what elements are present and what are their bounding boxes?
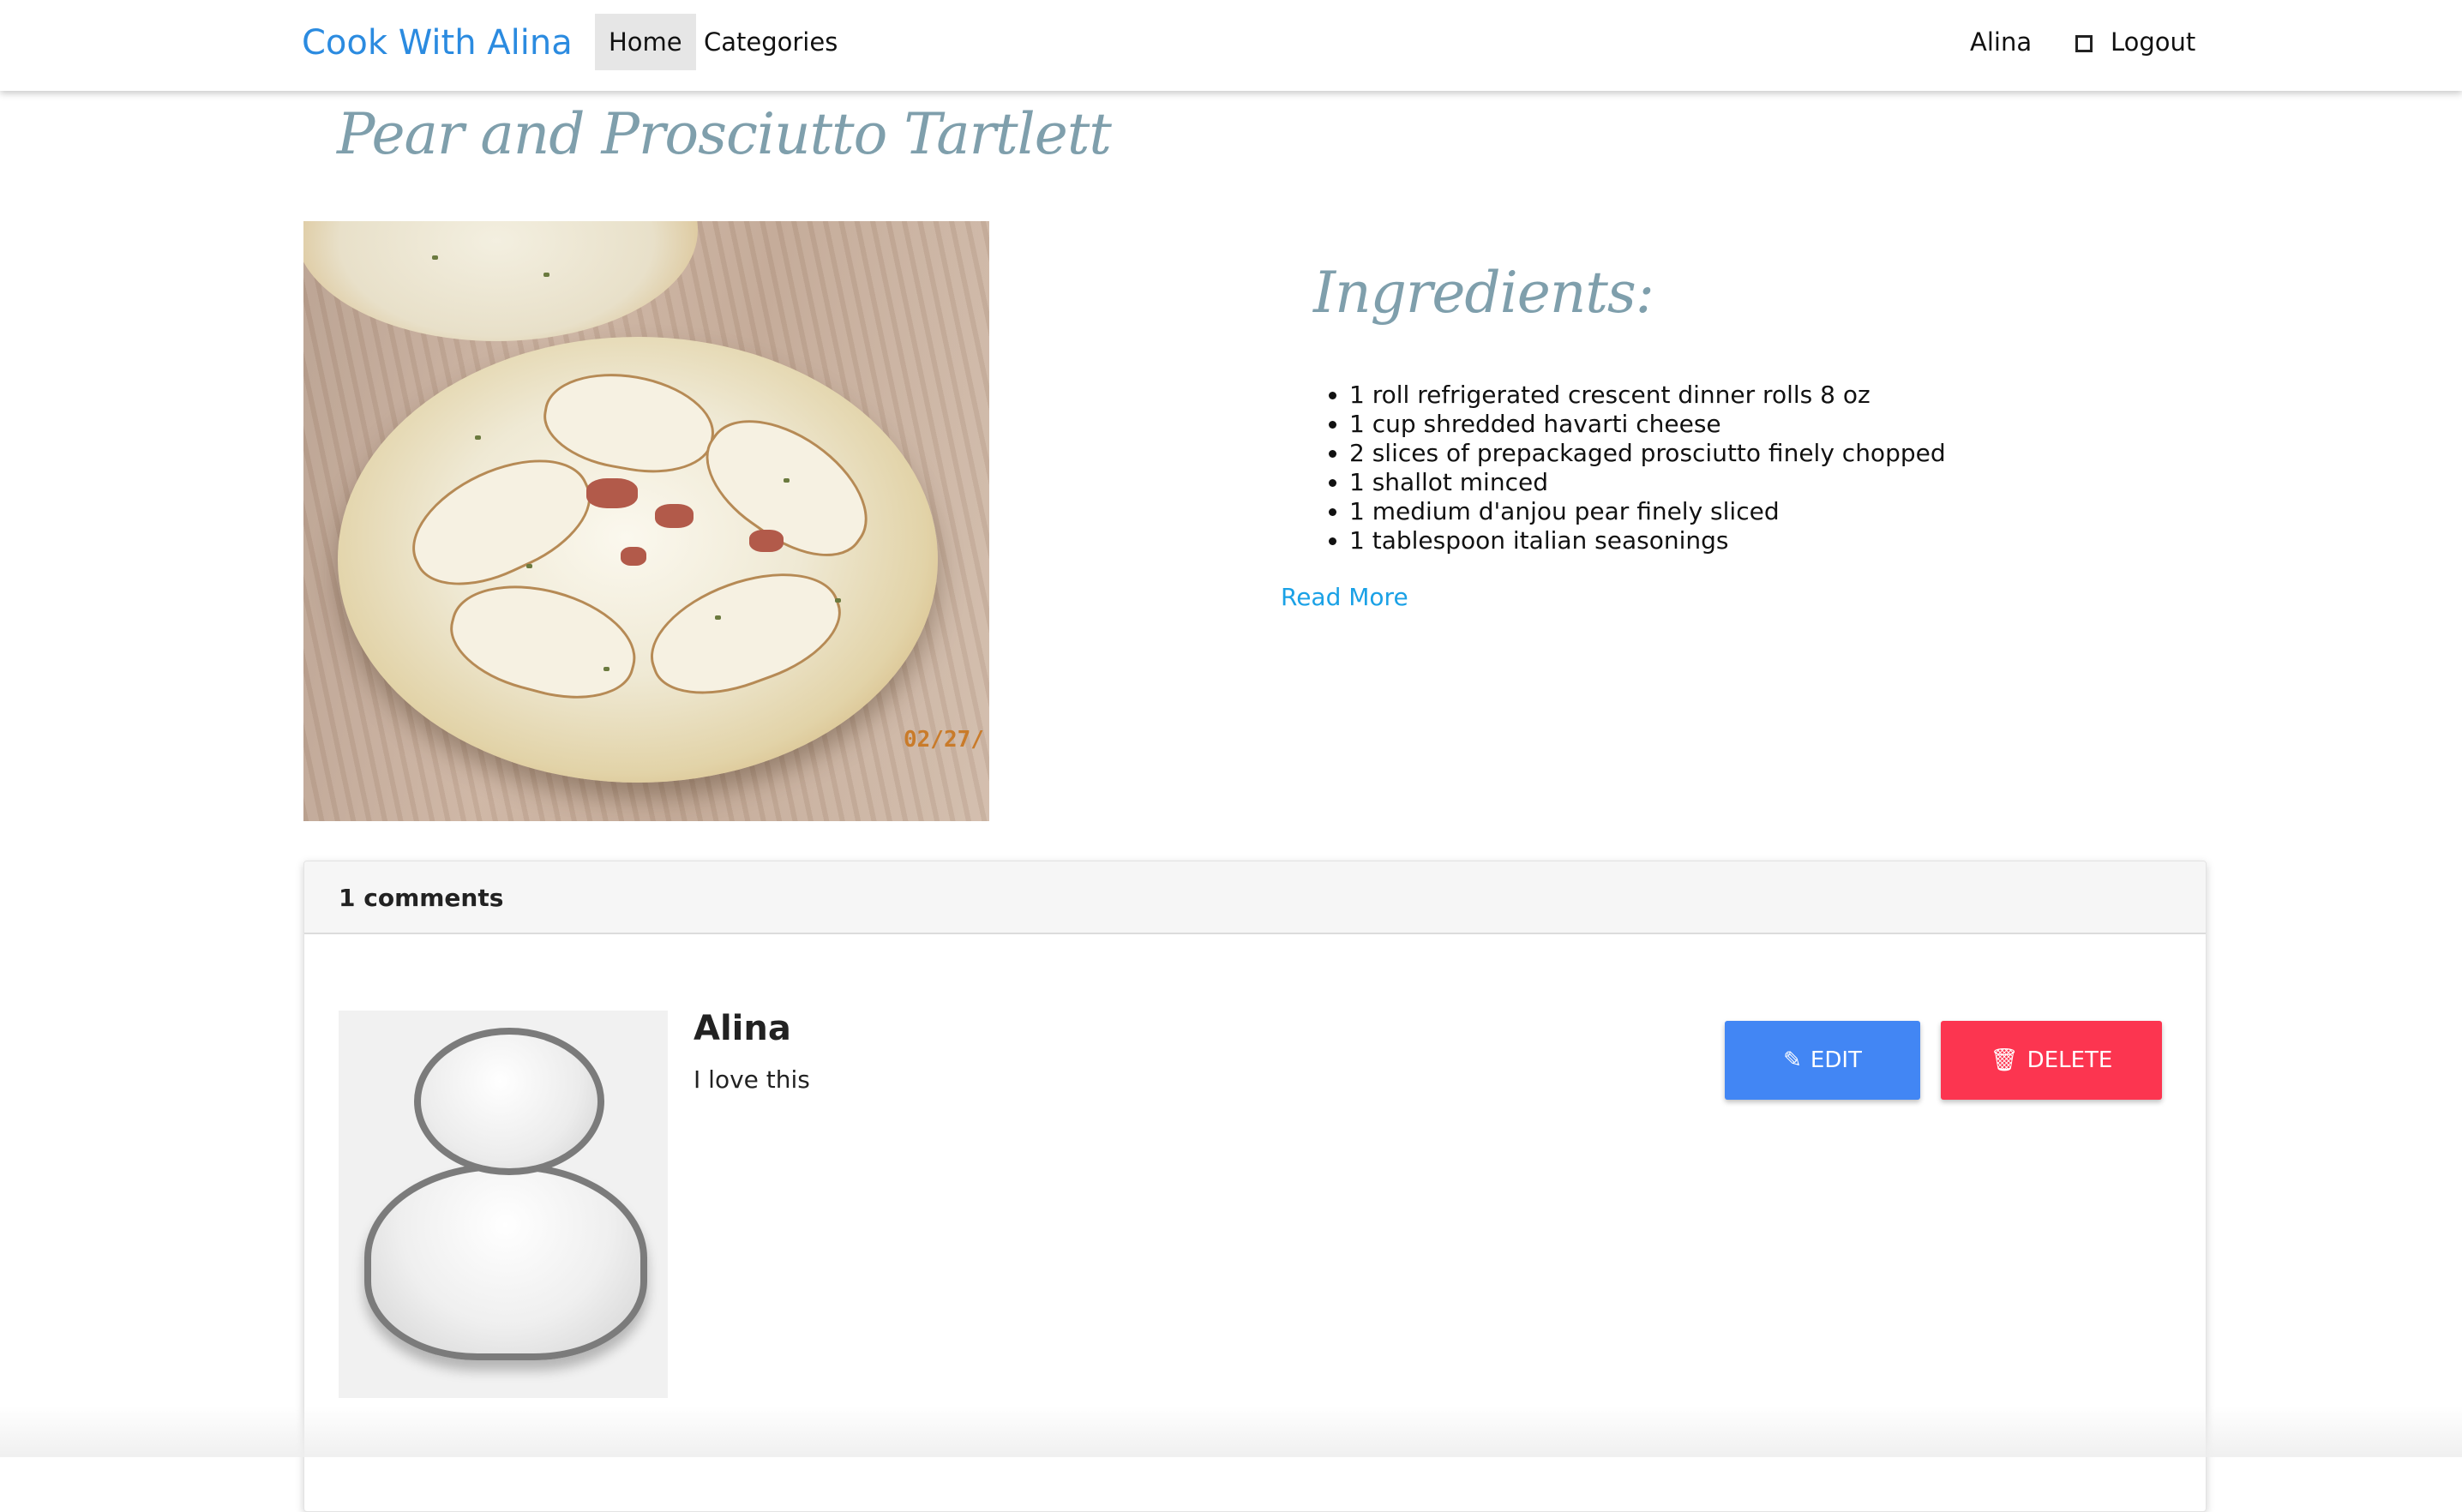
comments-header: 1 comments [304,861,2206,934]
ingredient-item: 1 tablespoon italian seasonings [1349,526,1946,555]
photo-herb [715,615,721,620]
logout-link[interactable]: Logout [2111,14,2195,70]
delete-button-label: DELETE [2027,1047,2113,1073]
ingredients-list: 1 roll refrigerated crescent dinner roll… [1315,381,1946,555]
edit-button-label: EDIT [1810,1047,1862,1073]
photo-prosciutto [621,547,646,566]
photo-prosciutto [586,478,638,508]
delete-comment-button[interactable]: 🗑 DELETE [1941,1021,2162,1100]
comments-count: 1 comments [339,884,504,912]
recipe-title: Pear and Prosciutto Tartlett [337,101,1112,167]
avatar-head-shape [414,1028,604,1175]
nav-user-name[interactable]: Alina [1970,14,2032,70]
ingredient-item: 2 slices of prepackaged prosciutto finel… [1349,439,1946,468]
avatar [339,1011,668,1398]
photo-prosciutto [655,504,694,528]
ingredients-title: Ingredients: [1313,260,1654,326]
photo-herb [432,255,438,260]
comment-author: Alina [694,1009,791,1048]
photo-date-stamp: 02/27/ [904,727,984,753]
avatar-body-shape [364,1163,647,1360]
ingredient-item: 1 medium d'anjou pear finely sliced [1349,497,1946,526]
edit-comment-button[interactable]: ✎ EDIT [1725,1021,1920,1100]
photo-prosciutto [749,530,784,552]
trash-icon: 🗑 [1990,1047,2019,1073]
edit-icon: ✎ [1783,1047,1802,1073]
photo-herb [543,273,549,277]
photo-herb [835,598,841,603]
comments-card: 1 comments Alina I love this ✎ EDIT 🗑 DE… [303,861,2207,1512]
photo-herb [526,564,532,568]
top-navbar: Cook With Alina Home Categories Alina Lo… [0,0,2462,91]
photo-herb [475,435,481,440]
ingredient-item: 1 roll refrigerated crescent dinner roll… [1349,381,1946,410]
recipe-photo: 02/27/ [303,221,989,821]
read-more-link[interactable]: Read More [1281,583,1408,611]
logout-square-icon[interactable] [2075,35,2093,52]
photo-herb [784,478,790,483]
comment-text: I love this [694,1065,810,1094]
ingredient-item: 1 shallot minced [1349,468,1946,497]
brand-link[interactable]: Cook With Alina [302,0,573,86]
ingredient-item: 1 cup shredded havarti cheese [1349,410,1946,439]
nav-item-categories[interactable]: Categories [690,14,851,70]
nav-item-home[interactable]: Home [595,14,696,70]
photo-herb [603,667,609,671]
